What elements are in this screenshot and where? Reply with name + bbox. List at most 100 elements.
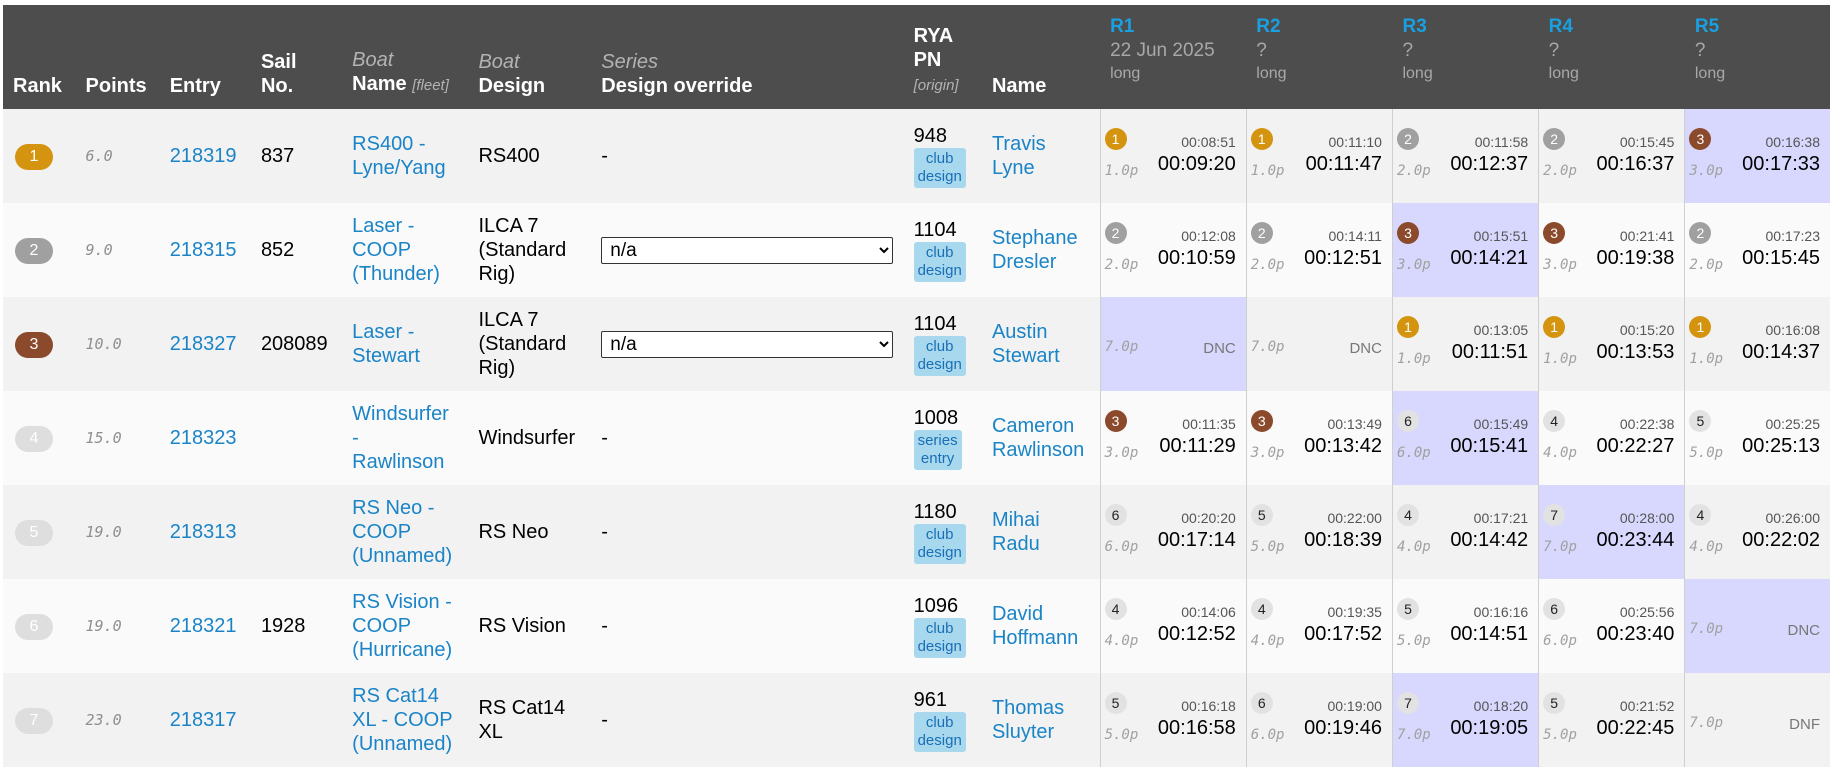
race-position-badge: 3	[1250, 410, 1273, 432]
helm-last-name: Dresler	[991, 251, 1057, 273]
race-result-cell-r5[interactable]: 5 00:25:25 5.0p 00:25:13	[1684, 391, 1830, 485]
race-result-cell-r2[interactable]: 3 00:13:49 3.0p 00:13:42	[1245, 391, 1393, 485]
race-result-cell-r5[interactable]: 7.0p DNF	[1684, 673, 1830, 767]
race-result-cell-r2[interactable]: 7.0p DNC	[1245, 297, 1393, 391]
helm-name-link[interactable]: Cameron Rawlinson	[992, 415, 1084, 461]
table-row[interactable]: 6 19.0 218321 1928 RS Vision - COOP (Hurricane…	[3, 579, 1830, 673]
boat-design-header[interactable]: Boat Design	[468, 5, 591, 109]
entry-link[interactable]: 218319	[170, 145, 237, 167]
race-result-cell-r4[interactable]: 1 00:15:20 1.0p 00:13:53	[1538, 297, 1685, 391]
helm-name-link[interactable]: Thomas Sluyter	[992, 697, 1064, 743]
boat-design-line: RS Cat14	[478, 697, 566, 719]
race-result-cell-r3[interactable]: 7 00:18:20 7.0p 00:19:05	[1391, 673, 1539, 767]
entry-link[interactable]: 218313	[170, 521, 237, 543]
race-result-cell-r5[interactable]: 3 00:16:38 3.0p 00:17:33	[1684, 109, 1830, 203]
race-header-r3[interactable]: R3? long	[1392, 5, 1538, 109]
boat-name-link[interactable]: RS Cat14 XL - COOP (Unnamed)	[352, 685, 452, 755]
table-row[interactable]: 7 23.0 218317 RS Cat14 XL - COOP (Unnamed) RS …	[3, 673, 1830, 767]
race-result-cell-r5[interactable]: 2 00:17:23 2.0p 00:15:45	[1684, 203, 1830, 297]
entry-link[interactable]: 218321	[170, 615, 237, 637]
helm-name-link[interactable]: David Hoffmann	[992, 603, 1078, 649]
rya-pn-header[interactable]: RYA PN [origin]	[904, 5, 982, 109]
rank-badge: 5	[15, 519, 53, 546]
race-result-cell-r2[interactable]: 6 00:19:00 6.0p 00:19:46	[1245, 673, 1393, 767]
race-result-cell-r3[interactable]: 6 00:15:49 6.0p 00:15:41	[1391, 391, 1539, 485]
points-header[interactable]: Points	[76, 5, 160, 109]
race-result: 5 00:16:16 5.0p 00:14:51	[1393, 579, 1538, 673]
race-result-cell-r4[interactable]: 3 00:21:41 3.0p 00:19:38	[1538, 203, 1685, 297]
race-header-r5[interactable]: R5? long	[1685, 5, 1830, 109]
race-result-cell-r4[interactable]: 5 00:21:52 5.0p 00:22:45	[1538, 673, 1685, 767]
race-result-cell-r3[interactable]: 4 00:17:21 4.0p 00:14:42	[1391, 485, 1539, 579]
race-result-cell-r4[interactable]: 2 00:15:45 2.0p 00:16:37	[1538, 109, 1685, 203]
race-result: 2 00:12:08 2.0p 00:10:59	[1101, 203, 1246, 297]
race-header-r2[interactable]: R2? long	[1246, 5, 1392, 109]
race-points: 4.0p	[1250, 633, 1285, 649]
race-result-cell-r5[interactable]: 7.0p DNC	[1684, 579, 1830, 673]
elapsed-time: 00:11:10	[1328, 134, 1382, 150]
race-result-cell-r2[interactable]: 4 00:19:35 4.0p 00:17:52	[1245, 579, 1393, 673]
race-result-cell-r5[interactable]: 4 00:26:00 4.0p 00:22:02	[1684, 485, 1830, 579]
design-override-select[interactable]: n/a	[601, 236, 894, 264]
entry-link[interactable]: 218315	[170, 239, 237, 261]
race-result-cell-r4[interactable]: 6 00:25:56 6.0p 00:23:40	[1538, 579, 1685, 673]
race-code: DNC	[1349, 340, 1382, 357]
boat-name-link[interactable]: Laser - COOP (Thunder)	[352, 215, 440, 285]
race-result-cell-r1[interactable]: 1 00:08:51 1.0p 00:09:20	[1099, 109, 1247, 203]
table-row[interactable]: 2 9.0 218315 852 Laser - COOP (Thunder) ILCA 7(…	[3, 203, 1830, 297]
corrected-time: 00:12:51	[1304, 247, 1382, 269]
helm-name-link[interactable]: Austin Stewart	[992, 321, 1060, 367]
table-row[interactable]: 4 15.0 218323 Windsurfer - Rawlinson Windsurfe…	[3, 391, 1830, 485]
rank-header[interactable]: Rank	[3, 5, 76, 109]
race-result-cell-r1[interactable]: 5 00:16:18 5.0p 00:16:58	[1099, 673, 1247, 767]
race-result-cell-r1[interactable]: 3 00:11:35 3.0p 00:11:29	[1099, 391, 1247, 485]
helm-name-link[interactable]: Travis Lyne	[992, 133, 1046, 179]
boat-name-link[interactable]: RS Vision - COOP (Hurricane)	[352, 591, 452, 661]
boat-name-link[interactable]: RS Neo - COOP (Unnamed)	[352, 497, 452, 567]
boat-name-link[interactable]: Windsurfer - Rawlinson	[352, 403, 449, 473]
sail-no-cell	[251, 391, 342, 485]
race-result-cell-r3[interactable]: 2 00:11:58 2.0p 00:12:37	[1391, 109, 1539, 203]
design-override-select[interactable]: n/a	[601, 330, 894, 358]
entry-link[interactable]: 218327	[170, 333, 237, 355]
sail-no-header[interactable]: Sail No.	[251, 5, 342, 109]
table-row[interactable]: 3 10.0 218327 208089 Laser - Stewart ILCA 7 (St…	[3, 297, 1830, 391]
race-header-r4[interactable]: R4? long	[1539, 5, 1685, 109]
race-result-cell-r3[interactable]: 1 00:13:05 1.0p 00:11:51	[1391, 297, 1539, 391]
race-result-cell-r5[interactable]: 1 00:16:08 1.0p 00:14:37	[1684, 297, 1830, 391]
boat-name-header[interactable]: Boat Name [fleet]	[342, 5, 468, 109]
helm-name-header[interactable]: Name	[982, 5, 1100, 109]
corrected-time: 00:11:47	[1305, 153, 1382, 175]
entry-header[interactable]: Entry	[160, 5, 251, 109]
race-result-cell-r1[interactable]: 2 00:12:08 2.0p 00:10:59	[1099, 203, 1247, 297]
table-row[interactable]: 5 19.0 218313 RS Neo - COOP (Unnamed) RS Neo - 1…	[3, 485, 1830, 579]
race-result: 2 00:17:23 2.0p 00:15:45	[1685, 203, 1830, 297]
race-result-cell-r3[interactable]: 3 00:15:51 3.0p 00:14:21	[1391, 203, 1539, 297]
entry-link[interactable]: 218317	[170, 709, 237, 731]
helm-name-link[interactable]: Mihai Radu	[992, 509, 1040, 555]
race-result-cell-r2[interactable]: 2 00:14:11 2.0p 00:12:51	[1245, 203, 1393, 297]
header-row: Rank Points Entry Sail No. Boat Name [flee…	[3, 5, 1830, 109]
boat-name-line: RS Cat14	[352, 685, 439, 707]
race-result-cell-r2[interactable]: 5 00:22:00 5.0p 00:18:39	[1245, 485, 1393, 579]
race-result-cell-r1[interactable]: 7.0p DNC	[1099, 297, 1247, 391]
sail-no-cell: 1928	[260, 615, 306, 637]
race-points: 4.0p	[1104, 633, 1139, 649]
race-points: 5.0p	[1104, 727, 1139, 743]
table-row[interactable]: 1 6.0 218319 837 RS400 - Lyne/Yang RS400-948 cl…	[3, 109, 1830, 203]
race-result-cell-r3[interactable]: 5 00:16:16 5.0p 00:14:51	[1391, 579, 1539, 673]
race-result-cell-r1[interactable]: 4 00:14:06 4.0p 00:12:52	[1099, 579, 1247, 673]
race-header-r1[interactable]: R1 22 Jun 2025 long	[1100, 5, 1246, 109]
race-points: 3.0p	[1104, 445, 1139, 461]
helm-name-link[interactable]: Stephane Dresler	[992, 227, 1078, 273]
race-result-cell-r4[interactable]: 7 00:28:00 7.0p 00:23:44	[1538, 485, 1685, 579]
design-override-header[interactable]: Series Design override	[591, 5, 903, 109]
race-result-cell-r2[interactable]: 1 00:11:10 1.0p 00:11:47	[1245, 109, 1393, 203]
boat-name-link[interactable]: Laser - Stewart	[352, 321, 420, 367]
corrected-time: 00:16:58	[1157, 717, 1236, 739]
race-result-cell-r4[interactable]: 4 00:22:38 4.0p 00:22:27	[1538, 391, 1685, 485]
boat-name-link[interactable]: RS400 - Lyne/Yang	[352, 133, 445, 179]
entry-link[interactable]: 218323	[170, 427, 237, 449]
race-result-cell-r1[interactable]: 6 00:20:20 6.0p 00:17:14	[1099, 485, 1247, 579]
race-result: 6 00:25:56 6.0p 00:23:40	[1539, 579, 1684, 673]
